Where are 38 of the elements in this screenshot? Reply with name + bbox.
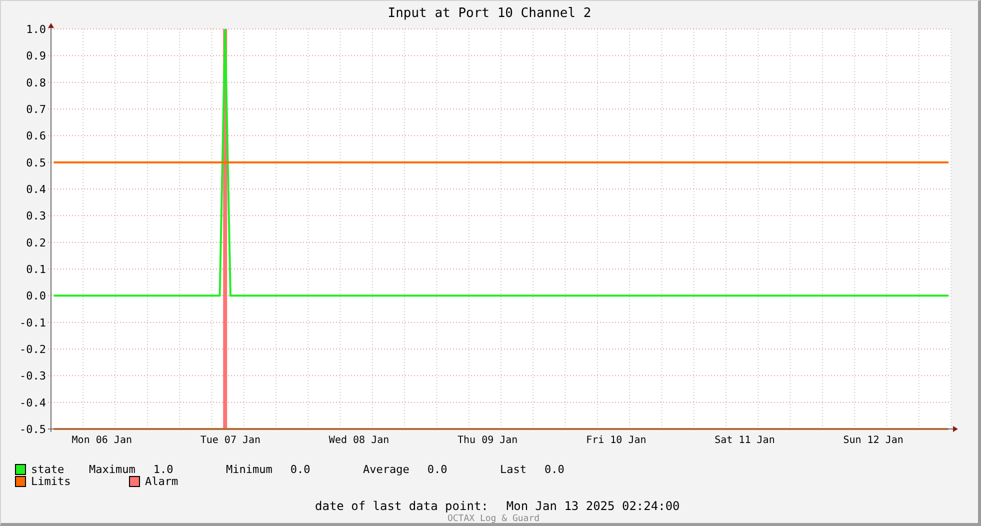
y-tick-label: 0.9: [26, 50, 46, 63]
x-tick-label: Sun 12 Jan: [843, 435, 904, 446]
x-tick-label: Tue 07 Jan: [200, 435, 261, 446]
y-tick-label: 0.8: [26, 76, 46, 90]
stat-value: 1.0: [153, 462, 174, 476]
y-tick-label: 0.6: [26, 130, 46, 143]
y-tick-label: -0.2: [20, 343, 46, 356]
y-tick-label: -0.3: [20, 370, 46, 383]
legend-label: Limits: [31, 474, 72, 488]
legend-label: Alarm: [145, 474, 180, 488]
footer-date: Mon Jan 13 2025 02:24:00: [506, 499, 680, 513]
x-tick-label: Sat 11 Jan: [714, 435, 775, 446]
legend-label: state: [31, 462, 66, 476]
x-tick-label: Wed 08 Jan: [328, 435, 390, 446]
y-tick-label: 0.0: [26, 290, 46, 303]
x-tick-label: Mon 06 Jan: [72, 435, 132, 446]
y-tick-label: -0.1: [20, 316, 46, 330]
y-tick-label: 0.5: [26, 156, 46, 170]
stat-value: 0.0: [427, 462, 448, 476]
footer-label: date of last data point:: [315, 499, 488, 513]
x-tick-label: Thu 09 Jan: [458, 435, 518, 446]
stat-value: 0.0: [544, 462, 564, 476]
stat-label: Last: [500, 462, 526, 476]
y-tick-label: 0.4: [26, 183, 46, 196]
y-tick-label: 0.3: [26, 210, 46, 223]
stat-label: Minimum: [226, 462, 272, 476]
x-tick-label: Fri 10 Jan: [586, 435, 646, 446]
stat-value: 0.0: [290, 462, 310, 476]
stat-label: Maximum: [89, 462, 136, 476]
credit-text: OCTAX Log & Guard: [447, 514, 540, 525]
y-tick-label: 0.7: [26, 103, 46, 116]
y-tick-label: 1.0: [26, 23, 46, 36]
graph-title: Input at Port 10 Channel 2: [388, 6, 592, 22]
stat-label: Average: [363, 462, 410, 476]
y-tick-label: -0.4: [20, 396, 46, 410]
y-tick-label: 0.1: [26, 263, 46, 276]
y-tick-label: -0.5: [20, 423, 46, 436]
y-tick-label: 0.2: [26, 236, 46, 250]
